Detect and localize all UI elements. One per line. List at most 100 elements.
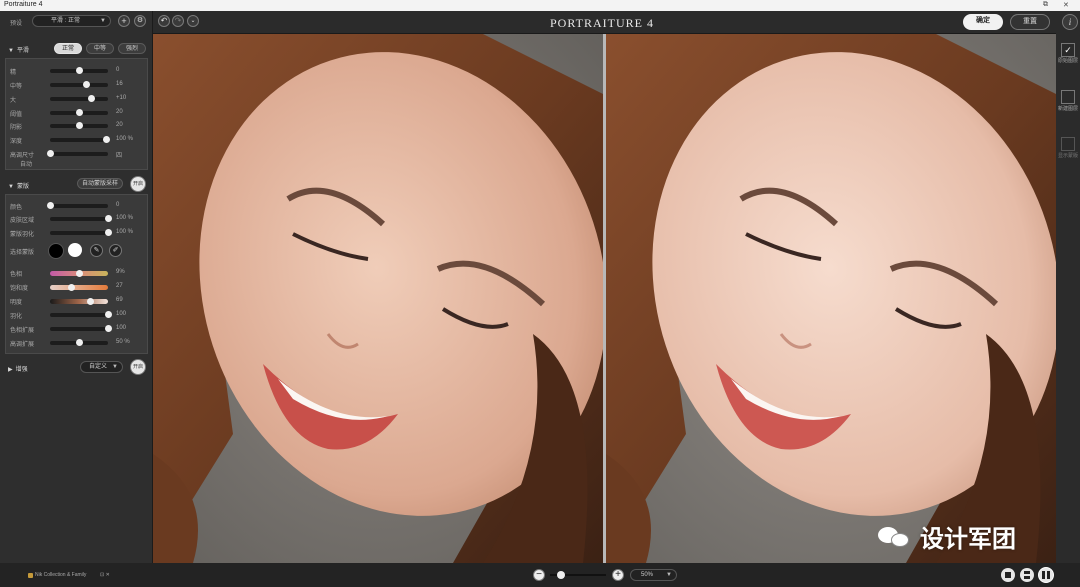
collapsed-triangle-icon: ▶ <box>8 367 13 373</box>
smoothing-0-label: 精 <box>10 70 17 76</box>
mask-extra-2-slider[interactable] <box>50 339 108 346</box>
smoothing-2-value: +10 <box>116 95 127 101</box>
mask-header[interactable]: ▼ 蒙版 <box>8 181 29 190</box>
undo-icon[interactable]: ↶ <box>158 15 170 27</box>
restore-icon[interactable]: ⧉ <box>1043 1 1048 9</box>
mask-color-1-slider[interactable] <box>50 284 108 291</box>
smoothing-6-value: 四 <box>116 153 123 159</box>
mask-toggle[interactable]: 开启 <box>130 176 146 192</box>
mask-color-1-slider-knob[interactable] <box>67 284 75 291</box>
mask-2-slider[interactable] <box>50 229 112 236</box>
tab-strong[interactable]: 强烈 <box>118 43 146 54</box>
zoom-value: 50% <box>641 572 654 578</box>
after-image[interactable] <box>606 34 1056 563</box>
mask-1-slider-knob[interactable] <box>105 215 112 222</box>
mask-0-slider-knob[interactable] <box>47 202 54 209</box>
app-logo: Portraiture 4 <box>550 16 654 30</box>
enhance-select[interactable]: 自定义 ▼ <box>80 361 123 373</box>
enhance-title: 增强 <box>15 367 28 373</box>
enhance-header[interactable]: ▶ 增强 <box>8 364 28 373</box>
original-layer-checkbox[interactable]: ✓ <box>1061 43 1075 57</box>
smoothing-0-slider[interactable] <box>50 67 108 74</box>
smoothing-4-label: 阴影 <box>10 125 23 131</box>
split-vertical-icon[interactable] <box>1038 567 1054 583</box>
eyedropper-plus-icon[interactable]: ✐ <box>109 244 122 257</box>
expand-triangle-icon: ▼ <box>8 48 14 54</box>
preset-label: 预设 <box>10 21 23 27</box>
preview-canvas[interactable]: 设计军团 <box>153 34 1056 563</box>
smoothing-1-slider-knob[interactable] <box>82 81 90 88</box>
ok-button[interactable]: 确定 <box>963 14 1003 30</box>
smoothing-2-slider[interactable] <box>50 95 108 102</box>
mask-2-slider-knob[interactable] <box>105 229 112 236</box>
close-icon[interactable]: ✕ <box>1063 1 1069 9</box>
mask-color-2-value: 69 <box>116 297 123 303</box>
preset-select[interactable]: 平滑 : 正常 ▼ <box>32 15 111 27</box>
gear-icon[interactable]: ⚙ <box>134 15 146 27</box>
mask-1-slider[interactable] <box>50 215 112 222</box>
smoothing-2-slider-knob[interactable] <box>87 95 95 102</box>
chevron-down-icon: ▼ <box>666 572 672 578</box>
mask-extra-2-slider-knob[interactable] <box>76 339 83 346</box>
mask-1-value: 100 % <box>116 215 134 221</box>
smoothing-6-slider[interactable] <box>47 150 108 157</box>
mask-extra-0-slider-knob[interactable] <box>105 311 112 318</box>
history-dropdown-icon[interactable]: ⌄ <box>187 15 199 27</box>
mask-0-slider[interactable] <box>47 202 108 209</box>
watermark-text: 设计军团 <box>920 526 1016 553</box>
mask-color-2-slider[interactable] <box>50 298 108 305</box>
single-view-icon[interactable] <box>1001 568 1015 582</box>
zoom-out-icon[interactable]: − <box>533 569 545 581</box>
mask-extra-0-slider[interactable] <box>50 311 112 318</box>
smoothing-3-slider-knob[interactable] <box>76 109 83 116</box>
window-title: Portraiture 4 <box>4 1 43 8</box>
reset-button[interactable]: 重置 <box>1010 14 1050 30</box>
zoom-in-icon[interactable]: + <box>612 569 624 581</box>
smoothing-3-label: 阈值 <box>10 112 23 118</box>
smoothing-4-slider[interactable] <box>50 122 108 129</box>
zoom-slider[interactable] <box>550 571 606 579</box>
mask-extra-1-slider-knob[interactable] <box>105 325 112 332</box>
top-toolbar: ↶ ↷ ⌄ Portraiture 4 确定 重置 i <box>0 11 1080 34</box>
chevron-down-icon: ▼ <box>112 364 118 370</box>
new-layer-label: 新建图层 <box>1058 106 1079 112</box>
wechat-icon <box>878 525 914 549</box>
chevron-down-icon: ▼ <box>100 18 106 24</box>
auto-mask-button[interactable]: 自动蒙版采样 <box>77 178 123 189</box>
smoothing-header[interactable]: ▼ 平滑 <box>8 45 29 54</box>
mask-color-0-slider[interactable] <box>50 270 108 277</box>
smoothing-1-slider[interactable] <box>50 81 108 88</box>
new-layer-checkbox[interactable] <box>1061 90 1075 104</box>
show-mask-label: 显示蒙版 <box>1058 153 1079 159</box>
show-mask-checkbox[interactable] <box>1061 137 1075 151</box>
watermark: 设计军团 <box>878 519 1016 554</box>
tab-normal[interactable]: 正常 <box>54 43 82 54</box>
split-horizontal-icon[interactable] <box>1020 568 1034 582</box>
smoothing-3-slider[interactable] <box>50 109 108 116</box>
color-swatch-white[interactable] <box>68 243 82 257</box>
redo-icon[interactable]: ↷ <box>172 15 184 27</box>
tab-medium[interactable]: 中等 <box>86 43 114 54</box>
add-preset-icon[interactable]: + <box>118 15 130 27</box>
window-title-bar: Portraiture 4 ⧉ ✕ <box>0 0 1080 11</box>
mask-extra-1-label: 色相扩展 <box>10 328 35 334</box>
smoothing-5-slider[interactable] <box>50 136 111 143</box>
mask-color-2-slider-knob[interactable] <box>87 298 95 305</box>
smoothing-4-slider-knob[interactable] <box>76 122 83 129</box>
enhance-toggle[interactable]: 开启 <box>130 359 146 375</box>
smoothing-6-slider-knob[interactable] <box>47 150 54 157</box>
mask-extra-1-value: 100 <box>116 325 127 331</box>
mask-extra-1-slider[interactable] <box>50 325 112 332</box>
zoom-slider-knob[interactable] <box>557 571 566 579</box>
zoom-select[interactable]: 50% ▼ <box>630 569 677 581</box>
before-image[interactable] <box>153 34 603 563</box>
smoothing-0-slider-knob[interactable] <box>76 67 83 74</box>
smoothing-2-label: 大 <box>10 98 17 104</box>
eyedropper-icon[interactable]: ✎ <box>90 244 103 257</box>
expand-triangle-icon: ▼ <box>8 184 14 190</box>
footer-icons: ⊡ ✕ <box>100 572 110 578</box>
info-icon[interactable]: i <box>1062 14 1078 30</box>
color-swatch-black[interactable] <box>48 243 64 259</box>
mask-color-0-slider-knob[interactable] <box>76 270 83 277</box>
smoothing-5-value: 100 % <box>116 136 134 142</box>
